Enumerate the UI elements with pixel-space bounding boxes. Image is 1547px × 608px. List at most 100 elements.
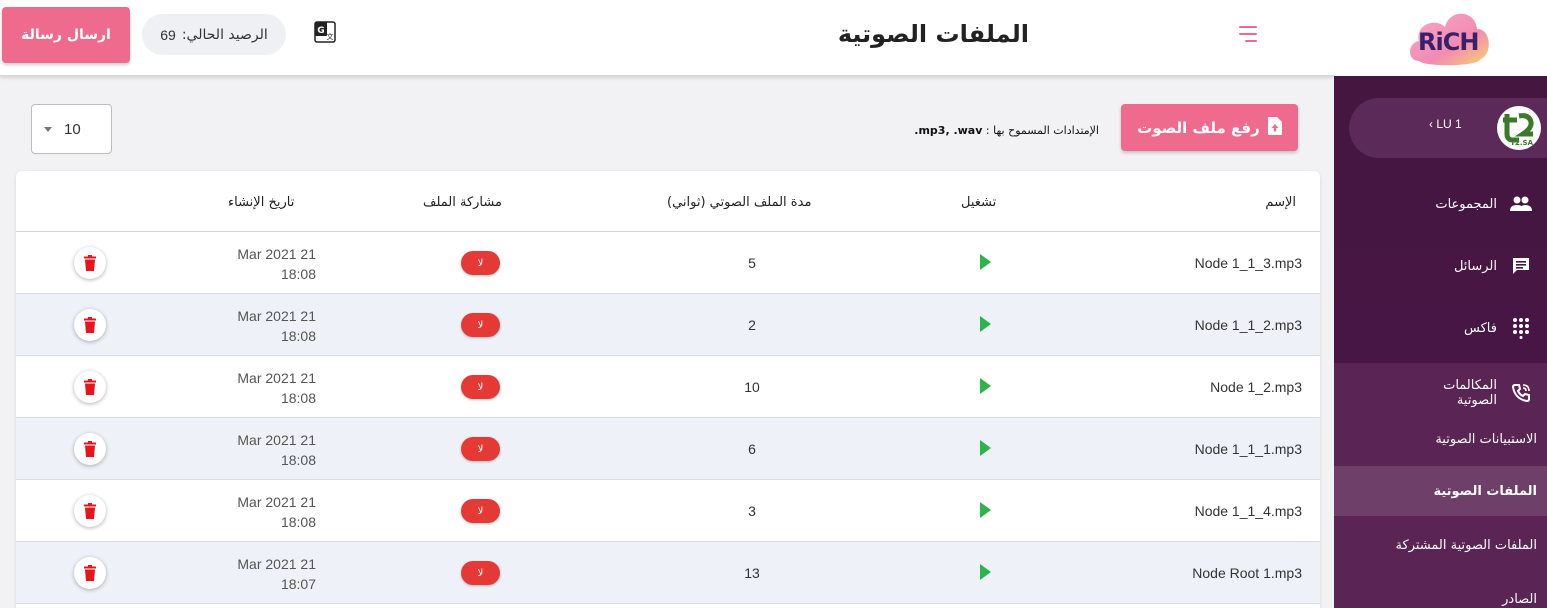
trash-icon [84,255,96,271]
time-text: 18:08 [280,452,316,468]
balance-badge: الرصيد الحالي: 69 [142,14,286,55]
sidebar-item-voice-calls[interactable]: المكالمات الصوتية [1334,373,1547,413]
rows-per-page-value: 10 [64,120,81,138]
trash-icon [84,441,96,457]
file-name: Node 1_1_3.mp3 [1194,255,1302,271]
top-header: ارسال رسالة الرصيد الحالي: 69 G 文 الملفا… [0,0,1334,76]
table-row: Node 1_1_2.mp3 2 لا Mar 2021 21 18:08 [16,294,1320,356]
header-play[interactable]: تشغيل [961,195,996,210]
duration: 2 [748,317,756,333]
file-name: Node 1_1_4.mp3 [1194,503,1302,519]
file-name: Node 1_1_2.mp3 [1194,317,1302,333]
delete-button[interactable] [74,371,106,403]
created-date: Mar 2021 21 18:07 [206,554,316,594]
header-duration[interactable]: مدة الملف الصوتي (ثواني) [667,195,811,210]
play-icon[interactable] [980,378,991,394]
group-icon [1509,192,1533,216]
duration: 5 [748,255,756,271]
sidebar: ‹ LU 1 T2.SA المجموعات الرسائل فاكس المك… [1334,76,1547,608]
file-name: Node 1_2.mp3 [1210,379,1302,395]
sidebar-item-groups[interactable]: المجموعات [1334,189,1547,219]
created-date: Mar 2021 21 18:08 [206,368,316,408]
user-label[interactable]: ‹ LU 1 [1429,117,1462,131]
header-created[interactable]: تاريخ الإنشاء [228,195,294,210]
send-message-button[interactable]: ارسال رسالة [2,7,130,63]
play-icon[interactable] [980,254,991,270]
play-icon[interactable] [980,440,991,456]
logo-text: RiCH [1418,28,1479,56]
share-toggle[interactable]: لا [461,375,500,399]
delete-button[interactable] [74,557,106,589]
time-text: 18:08 [280,266,316,282]
chevron-left-icon: ‹ [1429,117,1433,131]
table-row: Node 1_1_1.mp3 6 لا Mar 2021 21 18:08 [16,418,1320,480]
date-text: Mar 2021 21 [237,370,316,386]
upload-button-label: رفع ملف الصوت [1137,118,1260,137]
balance-label: الرصيد الحالي: [181,26,268,43]
file-upload-icon [1267,116,1282,139]
date-text: Mar 2021 21 [237,246,316,262]
created-date: Mar 2021 21 18:08 [206,492,316,532]
allowed-ext-value: mp3, .wav. [914,124,983,137]
delete-button[interactable] [74,309,106,341]
duration: 13 [744,565,760,581]
delete-button[interactable] [74,433,106,465]
time-text: 18:08 [280,514,316,530]
date-text: Mar 2021 21 [237,556,316,572]
svg-text:G: G [317,26,324,36]
duration: 3 [748,503,756,519]
translate-icon[interactable]: G 文 [314,21,336,43]
rows-per-page-select[interactable]: 10 [31,104,112,154]
sidebar-subitem-shared-voice-files[interactable]: الملفات الصوتية المشتركة [1334,530,1547,560]
balance-value: 69 [160,26,176,43]
time-text: 18:08 [280,328,316,344]
avatar-text: T2.SA [1510,139,1533,147]
menu-icon[interactable] [1239,26,1257,42]
logo-area: RiCH [1334,0,1547,76]
sidebar-subitem-voice-surveys[interactable]: الاستبيانات الصوتية [1334,424,1547,454]
audio-files-table: الإسم تشغيل مدة الملف الصوتي (ثواني) مشا… [16,171,1320,608]
user-pill[interactable]: ‹ LU 1 T2.SA [1349,98,1547,158]
share-toggle[interactable]: لا [461,437,500,461]
header-share[interactable]: مشاركة الملف [423,195,502,210]
share-toggle[interactable]: لا [461,499,500,523]
share-toggle[interactable]: لا [461,561,500,585]
allowed-ext-label: الإمتدادات المسموح بها : [985,124,1099,137]
table-row: Node 1_1_4.mp3 3 لا Mar 2021 21 18:08 [16,480,1320,542]
trash-icon [84,503,96,519]
allowed-extensions: الإمتدادات المسموح بها : mp3, .wav. [914,124,1099,137]
play-icon[interactable] [980,564,991,580]
sidebar-item-label: المجموعات [1435,196,1497,212]
date-text: Mar 2021 21 [237,432,316,448]
delete-button[interactable] [74,247,106,279]
play-icon[interactable] [980,502,991,518]
share-toggle[interactable]: لا [461,313,500,337]
trash-icon [84,317,96,333]
sidebar-subitem-voice-files[interactable]: الملفات الصوتية [1334,466,1547,516]
duration: 10 [744,379,760,395]
created-date: Mar 2021 21 18:08 [206,244,316,284]
date-text: Mar 2021 21 [237,494,316,510]
svg-text:文: 文 [327,32,334,41]
avatar: T2.SA [1497,106,1541,150]
trash-icon [84,565,96,581]
created-date: Mar 2021 21 18:08 [206,306,316,346]
sidebar-item-label: فاكس [1464,320,1497,336]
share-toggle[interactable]: لا [461,251,500,275]
play-icon[interactable] [980,316,991,332]
message-icon [1509,254,1533,278]
table-row: Node 1_2.mp3 10 لا Mar 2021 21 18:08 [16,356,1320,418]
sidebar-item-label: المكالمات الصوتية [1443,378,1497,408]
header-name[interactable]: الإسم [1265,195,1296,210]
sidebar-item-label: الرسائل [1453,258,1497,274]
duration: 6 [748,441,756,457]
upload-audio-button[interactable]: رفع ملف الصوت [1121,104,1298,151]
delete-button[interactable] [74,495,106,527]
page-title: الملفات الصوتية [837,20,1029,48]
sidebar-item-fax[interactable]: فاكس [1334,313,1547,343]
sidebar-subitem-outgoing[interactable]: الصادر [1334,584,1547,608]
file-name: Node Root 1.mp3 [1192,565,1302,581]
file-name: Node 1_1_1.mp3 [1194,441,1302,457]
sidebar-item-messages[interactable]: الرسائل [1334,251,1547,281]
table-row: Node Root 1.mp3 13 لا Mar 2021 21 18:07 [16,542,1320,604]
